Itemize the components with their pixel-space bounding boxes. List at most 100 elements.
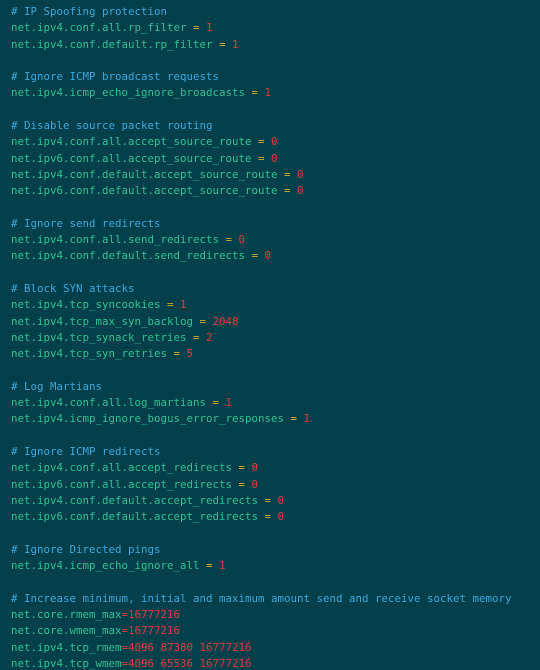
assignment-operator: = bbox=[206, 396, 226, 410]
setting-line[interactable]: net.ipv6.conf.default.accept_source_rout… bbox=[11, 183, 540, 199]
setting-value: 0 bbox=[271, 151, 278, 165]
setting-line[interactable]: net.ipv4.conf.all.send_redirects = 0 bbox=[11, 232, 540, 248]
setting-key: net.ipv4.tcp_wmem bbox=[11, 656, 122, 670]
setting-line[interactable]: net.ipv4.tcp_max_syn_backlog = 2048 bbox=[11, 314, 540, 330]
setting-key: net.ipv4.conf.all.accept_source_route bbox=[11, 135, 252, 149]
setting-value: 2048 bbox=[212, 314, 239, 328]
setting-line[interactable]: net.ipv4.icmp_echo_ignore_all = 1 bbox=[11, 558, 540, 574]
comment-line[interactable]: # Block SYN attacks bbox=[11, 281, 540, 297]
setting-line[interactable]: net.ipv4.icmp_ignore_bogus_error_respons… bbox=[11, 411, 540, 427]
setting-value: 16777216 bbox=[128, 607, 181, 621]
assignment-operator: = bbox=[284, 412, 304, 426]
assignment-operator: = bbox=[258, 510, 278, 524]
setting-line[interactable]: net.ipv4.conf.all.log_martians = 1 bbox=[11, 395, 540, 411]
setting-key: net.ipv4.conf.default.send_redirects bbox=[11, 249, 246, 263]
setting-line[interactable]: net.core.rmem_max=16777216 bbox=[11, 607, 540, 623]
comment-line[interactable]: # Disable source packet routing bbox=[11, 118, 540, 134]
setting-value: 0 bbox=[277, 510, 285, 524]
setting-value: 0 bbox=[277, 493, 285, 507]
setting-line[interactable]: net.core.wmem_max=16777216 bbox=[11, 623, 540, 639]
comment-text: # Ignore send redirects bbox=[11, 216, 161, 230]
assignment-operator: = bbox=[193, 314, 213, 328]
setting-key: net.ipv4.icmp_ignore_bogus_error_respons… bbox=[11, 412, 285, 426]
assignment-operator: = bbox=[212, 37, 233, 51]
setting-value: 1 bbox=[180, 298, 187, 312]
setting-line[interactable]: net.ipv4.conf.all.accept_source_route = … bbox=[11, 134, 540, 150]
assignment-operator: = bbox=[186, 21, 207, 35]
comment-text: # Increase minimum, initial and maximum … bbox=[11, 591, 512, 605]
assignment-operator: = bbox=[186, 330, 207, 344]
setting-value: 16777216 bbox=[128, 624, 181, 638]
setting-line[interactable]: net.ipv4.icmp_echo_ignore_broadcasts = 1 bbox=[11, 85, 540, 101]
assignment-operator: = bbox=[167, 347, 187, 361]
comment-line[interactable]: # Ignore Directed pings bbox=[11, 542, 540, 558]
setting-value: 1 bbox=[303, 412, 311, 426]
setting-key: net.ipv4.tcp_syn_retries bbox=[11, 347, 168, 361]
setting-key: net.core.rmem_max bbox=[11, 607, 122, 621]
setting-line[interactable]: net.ipv4.conf.default.accept_redirects =… bbox=[11, 493, 540, 509]
setting-key: net.ipv4.tcp_synack_retries bbox=[11, 330, 187, 344]
setting-line[interactable]: net.ipv4.conf.all.rp_filter = 1 bbox=[11, 20, 540, 36]
assignment-operator: = bbox=[277, 167, 298, 181]
setting-line[interactable]: net.ipv4.conf.default.send_redirects = 0 bbox=[11, 248, 540, 264]
comment-text: # Ignore ICMP redirects bbox=[11, 445, 161, 459]
comment-line[interactable]: # IP Spoofing protection bbox=[11, 4, 540, 20]
setting-key: net.ipv4.icmp_echo_ignore_broadcasts bbox=[11, 86, 246, 100]
setting-line[interactable]: net.ipv6.conf.all.accept_source_route = … bbox=[11, 151, 540, 167]
setting-key: net.ipv4.conf.default.accept_source_rout… bbox=[11, 167, 278, 181]
setting-key: net.ipv4.conf.default.rp_filter bbox=[11, 37, 213, 51]
setting-value: 0 bbox=[297, 167, 304, 181]
setting-line[interactable]: net.ipv6.conf.all.accept_redirects = 0 bbox=[11, 477, 540, 493]
assignment-operator: = bbox=[199, 559, 220, 573]
assignment-operator: = bbox=[219, 233, 239, 247]
setting-key: net.ipv4.icmp_echo_ignore_all bbox=[11, 559, 200, 573]
setting-value: 1 bbox=[206, 21, 213, 35]
setting-line[interactable]: net.ipv4.tcp_rmem=4096 87380 16777216 bbox=[11, 640, 540, 656]
setting-line[interactable]: net.ipv4.tcp_syncookies = 1 bbox=[11, 297, 540, 313]
comment-line[interactable]: # Increase minimum, initial and maximum … bbox=[11, 591, 540, 607]
setting-value: 1 bbox=[225, 396, 233, 410]
setting-value: 1 bbox=[232, 37, 239, 51]
assignment-operator: = bbox=[251, 151, 272, 165]
setting-value: 1 bbox=[219, 559, 226, 573]
setting-key: net.ipv6.conf.default.accept_redirects bbox=[11, 510, 259, 524]
assignment-operator: = bbox=[160, 298, 181, 312]
setting-line[interactable]: net.ipv4.tcp_synack_retries = 2 bbox=[11, 330, 540, 346]
setting-key: net.ipv4.tcp_syncookies bbox=[11, 298, 161, 312]
comment-line[interactable]: # Ignore ICMP redirects bbox=[11, 444, 540, 460]
setting-value: 0 bbox=[271, 135, 278, 149]
setting-line[interactable]: net.ipv4.tcp_wmem=4096 65536 16777216 bbox=[11, 656, 540, 670]
setting-line[interactable]: net.ipv4.conf.all.accept_redirects = 0 bbox=[11, 460, 540, 476]
comment-line[interactable]: # Log Martians bbox=[11, 379, 540, 395]
setting-line[interactable]: net.ipv4.conf.default.rp_filter = 1 bbox=[11, 37, 540, 53]
setting-value: 0 bbox=[238, 233, 246, 247]
setting-key: net.ipv4.conf.default.accept_redirects bbox=[11, 493, 259, 507]
comment-text: # Block SYN attacks bbox=[11, 282, 135, 296]
assignment-operator: = bbox=[258, 493, 278, 507]
comment-line[interactable]: # Ignore ICMP broadcast requests bbox=[11, 69, 540, 85]
setting-key: net.ipv4.conf.all.accept_redirects bbox=[11, 461, 233, 475]
setting-value: 2 bbox=[206, 330, 213, 344]
setting-key: net.ipv4.conf.all.send_redirects bbox=[11, 233, 220, 247]
setting-line[interactable]: net.ipv4.tcp_syn_retries = 5 bbox=[11, 346, 540, 362]
setting-value: 4096 65536 16777216 bbox=[128, 656, 252, 670]
comment-line[interactable]: # Ignore send redirects bbox=[11, 216, 540, 232]
setting-value: 1 bbox=[264, 86, 272, 100]
setting-key: net.ipv6.conf.all.accept_redirects bbox=[11, 477, 233, 491]
setting-key: net.ipv4.conf.all.log_martians bbox=[11, 396, 207, 410]
setting-line[interactable]: net.ipv6.conf.default.accept_redirects =… bbox=[11, 509, 540, 525]
setting-line[interactable]: net.ipv4.conf.default.accept_source_rout… bbox=[11, 167, 540, 183]
setting-value: 0 bbox=[264, 249, 272, 263]
sysctl-config-editor[interactable]: # IP Spoofing protection net.ipv4.conf.al… bbox=[0, 0, 540, 670]
assignment-operator: = bbox=[232, 477, 252, 491]
comment-text: # Ignore ICMP broadcast requests bbox=[11, 70, 220, 84]
setting-key: net.ipv6.conf.all.accept_source_route bbox=[11, 151, 252, 165]
comment-text: # Ignore Directed pings bbox=[11, 542, 161, 556]
